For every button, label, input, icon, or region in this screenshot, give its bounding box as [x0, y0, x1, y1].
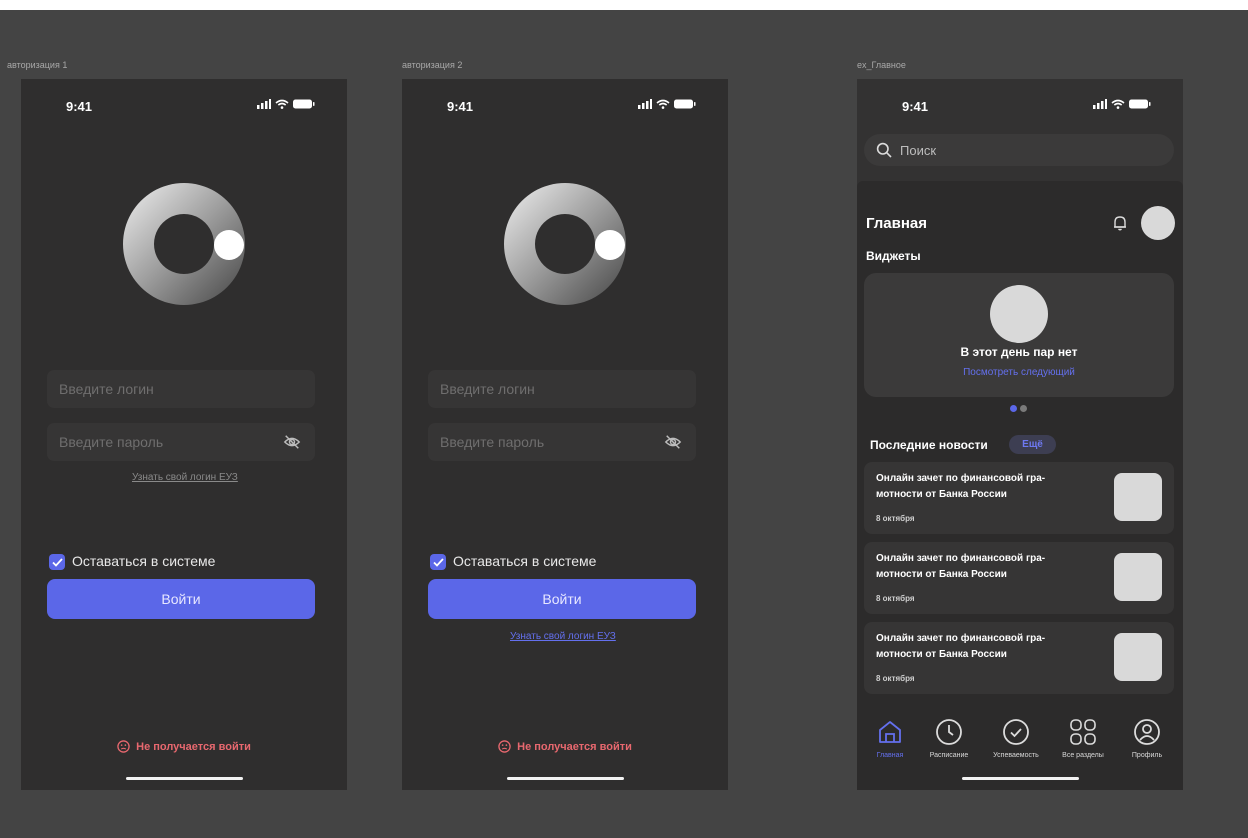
pagination-dot[interactable]: [1020, 405, 1027, 412]
frame-label-auth-1: авторизация 1: [7, 60, 68, 70]
news-title: Онлайн зачет по финансовой гра-мотности …: [876, 553, 1046, 580]
widget-next-link[interactable]: Посмотреть следующий: [864, 367, 1174, 378]
main-screen: 9:41 Поиск Главная Виджеты В этот день п…: [857, 79, 1183, 790]
eye-off-icon[interactable]: [283, 433, 301, 451]
avatar[interactable]: [1141, 206, 1175, 240]
status-time: 9:41: [447, 99, 474, 114]
auth-screen-1: 9:41 Узнать свой логин ЕУЗ Оставаться в …: [21, 79, 347, 790]
tab-home[interactable]: Главная: [859, 715, 921, 759]
pagination-dot-active[interactable]: [1010, 405, 1017, 412]
widgets-header: Виджеты: [866, 249, 921, 263]
app-logo-icon: [123, 183, 245, 305]
trouble-login-text: Не получается войти: [517, 740, 632, 753]
login-input[interactable]: [47, 370, 315, 408]
status-icons: [257, 99, 315, 109]
stay-signed-in-checkbox[interactable]: [49, 554, 65, 570]
app-logo-icon: [504, 183, 626, 305]
schedule-widget[interactable]: В этот день пар нет Посмотреть следующий: [864, 273, 1174, 397]
news-more-button[interactable]: Ещё: [1009, 435, 1056, 454]
tab-progress[interactable]: Успеваемость: [985, 715, 1047, 759]
login-button[interactable]: Войти: [47, 579, 315, 619]
status-time: 9:41: [902, 99, 929, 114]
eye-off-icon[interactable]: [664, 433, 682, 451]
auth-screen-2: 9:41 Оставаться в системе Войти Узнать с…: [402, 79, 728, 790]
tab-label: Профиль: [1131, 752, 1163, 759]
stay-signed-in-label: Оставаться в системе: [453, 553, 597, 569]
home-indicator: [962, 777, 1079, 780]
checkmark-icon: [51, 557, 63, 567]
search-bar[interactable]: Поиск: [864, 134, 1174, 166]
sad-face-icon: [498, 740, 511, 753]
page-title: Главная: [866, 215, 928, 232]
sad-face-icon: [117, 740, 130, 753]
battery-icon: [1129, 99, 1151, 109]
news-title: Онлайн зачет по финансовой гра-мотности …: [876, 633, 1046, 660]
news-item[interactable]: Онлайн зачет по финансовой гра-мотности …: [864, 622, 1174, 694]
wifi-icon: [275, 99, 289, 109]
home-icon: [879, 721, 901, 743]
find-login-link[interactable]: Узнать свой логин ЕУЗ: [132, 472, 238, 483]
search-icon: [876, 142, 892, 158]
wifi-icon: [1111, 99, 1125, 109]
news-date: 8 октября: [876, 514, 915, 523]
tab-all-sections[interactable]: Все разделы: [1052, 715, 1114, 759]
trouble-login-link[interactable]: Не получается войти: [402, 740, 728, 753]
status-icons: [638, 99, 696, 109]
battery-icon: [293, 99, 315, 109]
news-thumbnail: [1114, 553, 1162, 601]
tab-label: Расписание: [929, 752, 969, 759]
tab-label: Все разделы: [1062, 752, 1104, 759]
search-placeholder: Поиск: [900, 142, 937, 158]
frame-label-auth-2: авторизация 2: [402, 60, 463, 70]
news-thumbnail: [1114, 633, 1162, 681]
grid-icon: [1070, 719, 1096, 745]
home-indicator: [507, 777, 624, 780]
news-item[interactable]: Онлайн зачет по финансовой гра-мотности …: [864, 542, 1174, 614]
trouble-login-link[interactable]: Не получается войти: [21, 740, 347, 753]
tab-schedule[interactable]: Расписание: [918, 715, 980, 759]
news-item[interactable]: Онлайн зачет по финансовой гра-мотности …: [864, 462, 1174, 534]
signal-icon: [257, 99, 271, 109]
stay-signed-in-checkbox[interactable]: [430, 554, 446, 570]
signal-icon: [638, 99, 652, 109]
clock-icon: [936, 719, 962, 745]
find-login-link[interactable]: Узнать свой логин ЕУЗ: [510, 631, 616, 642]
tab-profile[interactable]: Профиль: [1116, 715, 1178, 759]
news-thumbnail: [1114, 473, 1162, 521]
top-band: [0, 0, 1248, 10]
tab-label: Успеваемость: [993, 752, 1039, 759]
news-date: 8 октября: [876, 674, 915, 683]
tab-bar: Главная Расписание Успеваемость Все разд…: [857, 715, 1183, 775]
password-input[interactable]: [428, 423, 696, 461]
login-input[interactable]: [428, 370, 696, 408]
signal-icon: [1093, 99, 1107, 109]
news-date: 8 октября: [876, 594, 915, 603]
widget-title: В этот день пар нет: [960, 345, 1078, 359]
stay-signed-in-label: Оставаться в системе: [72, 553, 216, 569]
home-indicator: [126, 777, 243, 780]
status-time: 9:41: [66, 99, 93, 114]
news-title: Онлайн зачет по финансовой гра-мотности …: [876, 473, 1046, 500]
check-circle-icon: [1003, 719, 1029, 745]
tab-label: Главная: [876, 752, 904, 759]
battery-icon: [674, 99, 696, 109]
login-button[interactable]: Войти: [428, 579, 696, 619]
wifi-icon: [656, 99, 670, 109]
frame-label-main: ex_Главное: [857, 60, 906, 70]
widget-pagination: [1010, 405, 1027, 412]
bell-icon[interactable]: [1111, 214, 1129, 232]
status-icons: [1093, 99, 1151, 109]
news-header: Последние новости: [870, 438, 988, 452]
checkmark-icon: [432, 557, 444, 567]
widget-image: [990, 285, 1048, 343]
trouble-login-text: Не получается войти: [136, 740, 251, 753]
profile-icon: [1134, 719, 1160, 745]
password-input[interactable]: [47, 423, 315, 461]
